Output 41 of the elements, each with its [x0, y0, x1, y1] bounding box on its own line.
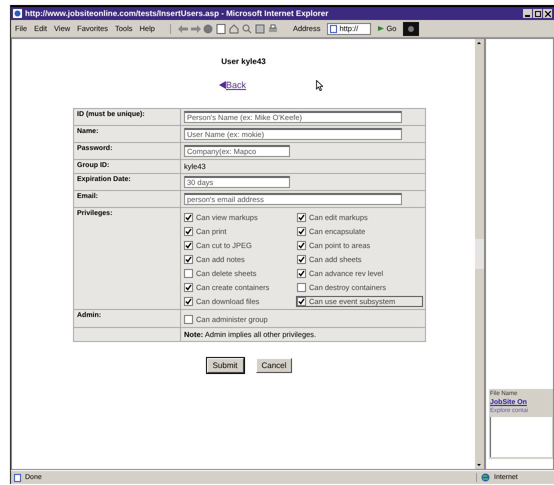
stop-icon[interactable] [202, 24, 215, 34]
search-icon[interactable] [242, 24, 254, 34]
checkbox[interactable] [184, 269, 193, 278]
scroll-up-icon [475, 39, 483, 47]
checkbox[interactable] [184, 315, 193, 324]
back-arrow-icon [218, 81, 226, 89]
go-arrow-icon [378, 25, 386, 32]
checkbox[interactable] [184, 241, 193, 250]
submit-button[interactable]: Submit [206, 358, 244, 373]
minimize-button[interactable] [523, 9, 532, 18]
back-link[interactable]: Back [218, 80, 246, 90]
scroll-thumb[interactable] [475, 239, 484, 269]
checkbox[interactable] [184, 283, 193, 292]
checkbox[interactable] [297, 269, 306, 278]
page-heading: User kyle43 [221, 57, 266, 66]
checkbox[interactable] [297, 283, 306, 292]
checkbox[interactable] [184, 255, 193, 264]
mouse-pointer-icon [316, 80, 323, 91]
home-icon[interactable] [228, 24, 241, 34]
checkbox[interactable] [297, 241, 306, 250]
print-icon[interactable] [268, 24, 280, 34]
scroll-down-icon [475, 461, 483, 469]
checkbox[interactable] [297, 227, 306, 236]
window-title: http://www.jobsiteonline.com/tests/InsertUsers.asp - Microsoft Internet Explorer [25, 9, 330, 18]
close-button[interactable] [543, 9, 552, 18]
checkbox[interactable] [297, 213, 306, 222]
checkbox[interactable] [184, 227, 193, 236]
close-icon [544, 10, 550, 16]
globe-icon [481, 473, 490, 482]
ie-logo-icon [13, 9, 22, 18]
page-icon [14, 474, 21, 482]
checkbox[interactable] [297, 297, 306, 306]
brand-logo-icon [403, 22, 420, 36]
maximize-icon [534, 10, 540, 16]
checkbox[interactable] [297, 255, 306, 264]
checkbox[interactable] [184, 213, 193, 222]
maximize-button[interactable] [533, 9, 542, 18]
checkbox[interactable] [184, 297, 193, 306]
vertical-scrollbar[interactable] [475, 39, 484, 469]
page-icon [330, 24, 338, 32]
cancel-button[interactable]: Cancel [256, 358, 292, 373]
